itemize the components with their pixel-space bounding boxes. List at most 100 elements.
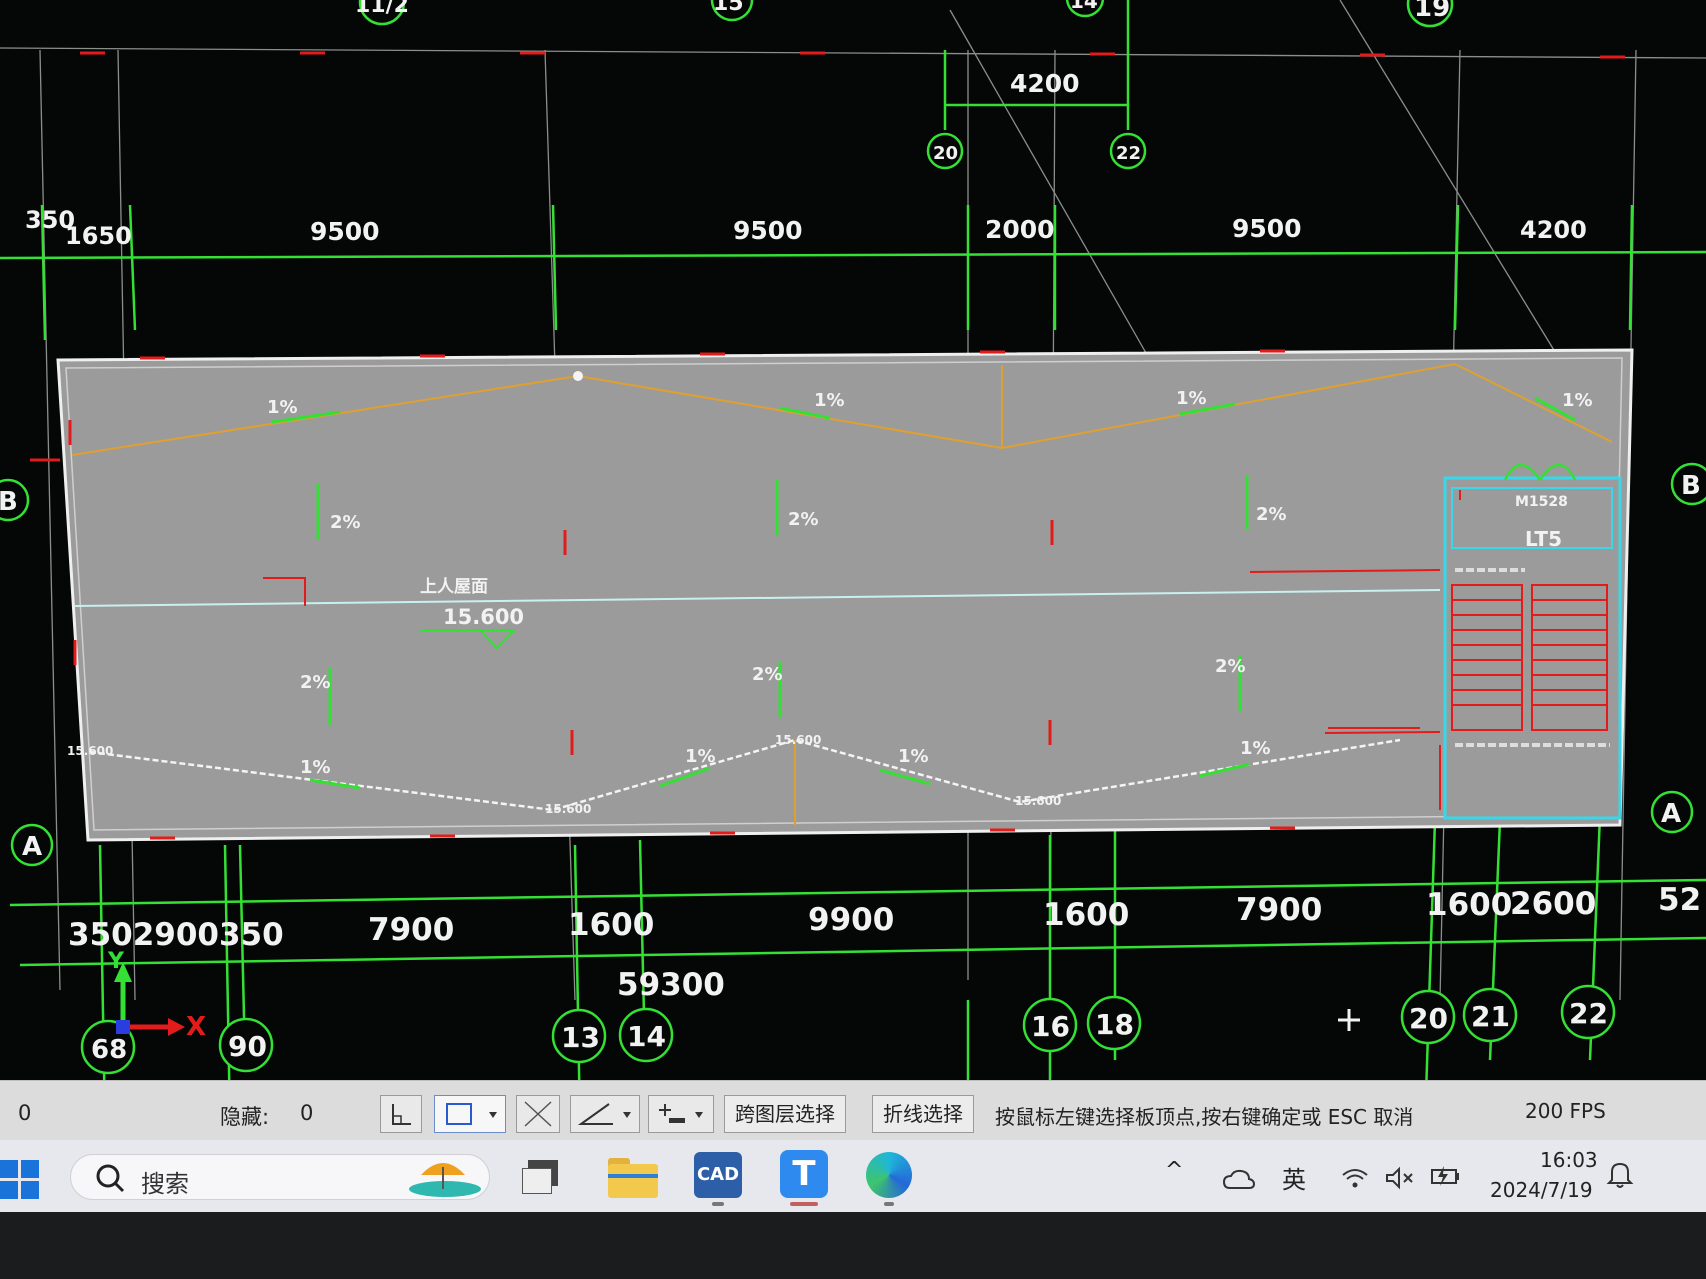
window-select-icon xyxy=(446,1103,497,1125)
svg-text:A: A xyxy=(22,832,42,862)
hidden-label: 隐藏: xyxy=(220,1105,270,1129)
angle-tool-button[interactable] xyxy=(570,1095,640,1133)
ime-indicator[interactable]: 英 xyxy=(1282,1160,1306,1195)
status-bar: 0 隐藏: 0 跨图层选择 折线选择 按鼠标左键选择板顶点,按右键确定或 ESC… xyxy=(0,1080,1706,1141)
grid-bubble-22[interactable]: 22 xyxy=(1560,984,1616,1040)
grid-bubble-22-top[interactable]: 22 xyxy=(1109,132,1147,170)
ucs-x-label: X xyxy=(186,1012,206,1042)
svg-text:13: 13 xyxy=(561,1021,600,1054)
cloud-icon[interactable] xyxy=(1222,1168,1256,1192)
svg-text:19: 19 xyxy=(1414,0,1450,23)
axis-bubble-a-right[interactable]: A xyxy=(1650,790,1694,834)
ortho-mode-button[interactable] xyxy=(380,1095,422,1133)
windows-taskbar: 搜索 CAD T ^ 英 16:03 2024/7/19 xyxy=(0,1140,1706,1212)
bottom-total-dim: 59300 xyxy=(617,967,725,1003)
monitor-bezel xyxy=(0,1212,1706,1279)
svg-text:20: 20 xyxy=(1409,1002,1448,1035)
grid-bubble-90[interactable]: 90 xyxy=(218,1017,274,1073)
battery-charging-icon[interactable] xyxy=(1428,1164,1462,1188)
elevation-small: 15.600 xyxy=(1015,794,1061,808)
cad-running-indicator xyxy=(712,1202,724,1206)
slope-label: 2% xyxy=(1256,504,1287,525)
wifi-icon[interactable] xyxy=(1340,1166,1370,1190)
slope-label: 1% xyxy=(1240,738,1271,759)
cad-canvas[interactable]: 350 1650 9500 9500 2000 9500 4200 4200 2… xyxy=(0,0,1706,1125)
grid-bubble-13[interactable]: 13 xyxy=(551,1008,607,1064)
notification-bell-icon[interactable] xyxy=(1606,1160,1634,1190)
chevron-up-icon[interactable]: ^ xyxy=(1165,1158,1183,1183)
edge-running-indicator xyxy=(884,1202,894,1206)
cross-select-button[interactable] xyxy=(516,1095,560,1133)
axis-bubble-a-left[interactable]: A xyxy=(10,823,54,867)
task-view-icon[interactable] xyxy=(522,1160,560,1194)
elevation-small: 15.600 xyxy=(67,744,113,758)
ortho-icon xyxy=(392,1104,411,1125)
axis-bubble-b-left[interactable]: B xyxy=(0,478,30,522)
command-prompt: 按鼠标左键选择板顶点,按右键确定或 ESC 取消 xyxy=(995,1105,1414,1129)
grid-bubble-18[interactable]: 18 xyxy=(1086,995,1142,1051)
windows-start-icon[interactable] xyxy=(0,1160,40,1200)
window-select-button[interactable] xyxy=(434,1095,506,1133)
bottom-dim-7900-b: 7900 xyxy=(1236,892,1322,928)
svg-text:22: 22 xyxy=(1569,997,1608,1030)
hidden-value: 0 xyxy=(300,1101,314,1125)
fps-readout: 200 FPS xyxy=(1525,1099,1606,1123)
taskbar-search-box[interactable]: 搜索 xyxy=(70,1154,490,1200)
ucs-y-label: Y xyxy=(107,949,125,974)
svg-text:14: 14 xyxy=(627,1020,666,1053)
grid-bubble-20-bottom[interactable]: 20 xyxy=(1400,989,1456,1045)
beach-umbrella-icon xyxy=(409,1163,481,1197)
add-point-button[interactable] xyxy=(648,1095,714,1133)
elevation-main: 15.600 xyxy=(443,605,524,629)
bottom-dim-lines xyxy=(9,814,1706,1125)
clock-date[interactable]: 2024/7/19 xyxy=(1490,1178,1593,1202)
svg-text:14: 14 xyxy=(1070,0,1098,13)
t-app-active-indicator xyxy=(790,1202,818,1206)
bottom-dim-partial: 52 xyxy=(1658,882,1701,918)
top-inner-dim: 4200 xyxy=(1010,69,1080,98)
svg-text:21: 21 xyxy=(1471,1000,1510,1033)
svg-text:A: A xyxy=(1661,799,1681,829)
grid-bubble-20[interactable]: 20 xyxy=(926,132,964,170)
slope-label: 1% xyxy=(300,757,331,778)
grid-bubble-21[interactable]: 21 xyxy=(1462,987,1518,1043)
edge-browser-icon[interactable] xyxy=(866,1152,912,1198)
bottom-dim-3502900350: 3502900350 xyxy=(68,917,284,953)
svg-text:22: 22 xyxy=(1116,143,1141,164)
elevation-small: 15.600 xyxy=(775,733,821,747)
bottom-dim-7900-a: 7900 xyxy=(368,912,454,948)
top-dim-9500-b: 9500 xyxy=(733,216,803,245)
cad-app-icon[interactable]: CAD xyxy=(694,1152,742,1198)
svg-text:90: 90 xyxy=(228,1030,267,1063)
svg-text:B: B xyxy=(0,487,18,517)
roof-slab[interactable] xyxy=(56,348,1634,842)
search-placeholder: 搜索 xyxy=(141,1170,189,1198)
slope-label: 1% xyxy=(685,746,716,767)
speaker-muted-icon[interactable] xyxy=(1384,1166,1416,1190)
bottom-dim-9900: 9900 xyxy=(808,902,894,938)
search-icon xyxy=(96,1164,125,1193)
t-app-icon[interactable]: T xyxy=(780,1150,828,1198)
drawing-svg[interactable]: 350 1650 9500 9500 2000 9500 4200 4200 2… xyxy=(0,0,1706,1125)
clock-time[interactable]: 16:03 xyxy=(1540,1148,1598,1172)
svg-text:11/2: 11/2 xyxy=(355,0,409,18)
top-dim-4200: 4200 xyxy=(1520,216,1587,244)
roof-label: 上人屋面 xyxy=(420,577,488,597)
grid-bubble-16[interactable]: 16 xyxy=(1022,997,1078,1053)
svg-text:16: 16 xyxy=(1031,1010,1070,1043)
cross-layer-select-button[interactable]: 跨图层选择 xyxy=(724,1095,846,1133)
selection-count: 0 xyxy=(18,1101,32,1125)
axis-bubble-b-right[interactable]: B xyxy=(1670,462,1706,506)
cross-select-icon xyxy=(524,1101,552,1127)
vertex-marker[interactable] xyxy=(573,371,583,381)
file-explorer-icon[interactable] xyxy=(608,1158,658,1198)
polyline-select-button[interactable]: 折线选择 xyxy=(872,1095,974,1133)
screen: 350 1650 9500 9500 2000 9500 4200 4200 2… xyxy=(0,0,1706,1279)
top-dim-lines xyxy=(0,0,1706,341)
slope-label: 1% xyxy=(1562,390,1593,411)
slope-label: 1% xyxy=(898,746,929,767)
svg-text:68: 68 xyxy=(91,1035,127,1065)
grid-bubble-14[interactable]: 14 xyxy=(618,1007,674,1063)
top-dim-1650: 1650 xyxy=(65,222,132,250)
crosshair-cursor-icon xyxy=(1338,1009,1360,1031)
